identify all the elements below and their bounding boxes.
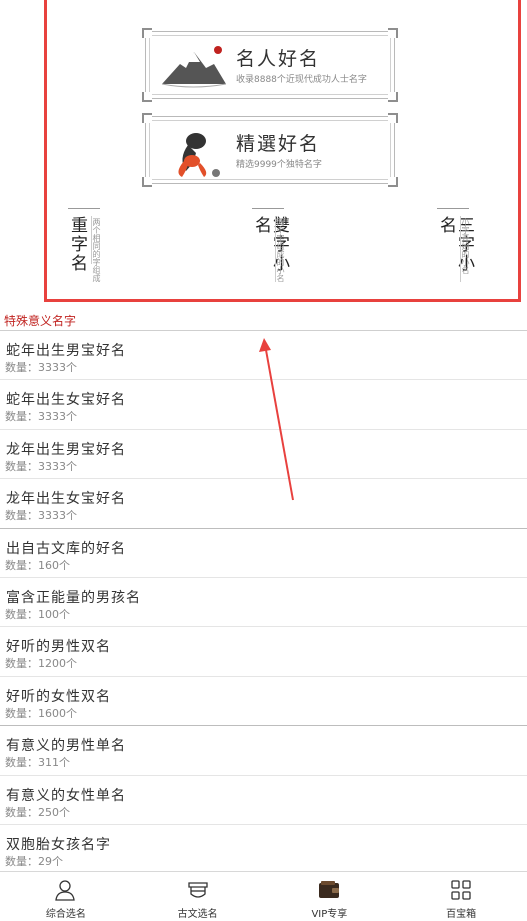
card-title: 重字名 [67,216,87,273]
double-nickname-card[interactable]: 雙字小名 两个字组成的小名 [251,208,292,288]
item-title: 出自古文库的好名 [6,540,126,557]
item-count: 数量：3333个 [5,509,77,523]
wallet-icon [319,881,340,898]
item-title: 蛇年出生男宝好名 [6,343,126,359]
item-title: 富含正能量的男孩名 [6,589,141,606]
list-item[interactable]: 龙年出生女宝好名 数量：3333个 [0,479,527,529]
item-count: 数量：160个 [5,558,70,572]
person-icon [55,880,75,901]
triple-nickname-card[interactable]: 三字小名 小字开始的小名 [436,208,477,288]
page: 名人好名 收录8888个近现代成功人士名字 精選好名 精选9999个独特名字 重… [0,0,527,921]
card-note: 两个相同的字组成 [92,218,101,282]
list-item[interactable]: 有意义的女性单名 数量：250个 [0,776,527,825]
item-title: 有意义的男性单名 [6,738,126,755]
mountain-seal-icon [161,46,227,88]
item-title: 好听的女性双名 [6,688,111,705]
tab-label: 百宝箱 [446,909,477,920]
banner-title: 名人好名 [236,48,321,70]
list-item[interactable]: 好听的男性双名 数量：1200个 [0,627,527,677]
tab-label: 古文选名 [177,909,218,920]
tab-classical[interactable]: 古文选名 [132,872,264,921]
list-item[interactable]: 蛇年出生女宝好名 数量：3333个 [0,380,527,430]
list-item[interactable]: 蛇年出生男宝好名 数量：3333个 [0,331,527,381]
banner-title: 精選好名 [236,133,321,155]
item-title: 龙年出生女宝好名 [6,491,126,508]
tab-toolbox[interactable]: 百宝箱 [395,872,527,921]
item-count: 数量：3333个 [5,410,77,424]
card-note: 两个字组成的小名 [276,218,285,282]
item-count: 数量：250个 [5,805,70,819]
tab-comprehensive[interactable]: 综合选名 [0,872,132,921]
double-char-names-card[interactable]: 重字名 两个相同的字组成 [67,208,108,288]
list-item[interactable]: 好听的女性双名 数量：1600个 [0,677,527,727]
tab-label: VIP专享 [311,909,348,920]
item-count: 数量：3333个 [5,361,77,374]
list-item[interactable]: 有意义的男性单名 数量：311个 [0,726,527,776]
item-title: 蛇年出生女宝好名 [6,392,126,409]
selected-names-banner[interactable]: 精選好名 精选9999个独特名字 [142,113,398,187]
item-count: 数量：29个 [5,854,63,868]
item-title: 好听的男性双名 [6,639,111,656]
list-item[interactable]: 龙年出生男宝好名 数量：3333个 [0,430,527,480]
name-list: 蛇年出生男宝好名 数量：3333个 蛇年出生女宝好名 数量：3333个 龙年出生… [0,331,527,874]
item-count: 数量：3333个 [5,459,77,473]
list-item[interactable]: 出自古文库的好名 数量：160个 [0,529,527,578]
banner-subtitle: 收录8888个近现代成功人士名字 [236,75,367,85]
book-icon [187,882,208,898]
item-title: 龙年出生男宝好名 [6,441,126,458]
tab-label: 综合选名 [45,909,86,920]
item-title: 双胞胎女孩名字 [6,836,111,853]
list-item[interactable]: 双胞胎女孩名字 数量：29个 [0,825,527,874]
bottom-tab-bar: 综合选名 古文选名 VIP专享 百宝箱 [0,871,527,921]
card-note: 小字开始的小名 [461,218,470,274]
grid-icon [451,880,471,900]
list-item[interactable]: 富含正能量的男孩名 数量：100个 [0,578,527,628]
tab-vip[interactable]: VIP专享 [264,872,396,921]
banner-subtitle: 精选9999个独特名字 [236,160,322,170]
item-count: 数量：1200个 [5,657,77,671]
item-count: 数量：1600个 [5,706,77,720]
item-count: 数量：100个 [5,607,70,621]
section-title: 特殊意义名字 [4,314,77,328]
item-count: 数量：311个 [5,756,70,770]
item-title: 有意义的女性单名 [6,787,126,804]
famous-names-banner[interactable]: 名人好名 收录8888个近现代成功人士名字 [142,28,398,102]
goldfish-icon [178,133,220,177]
